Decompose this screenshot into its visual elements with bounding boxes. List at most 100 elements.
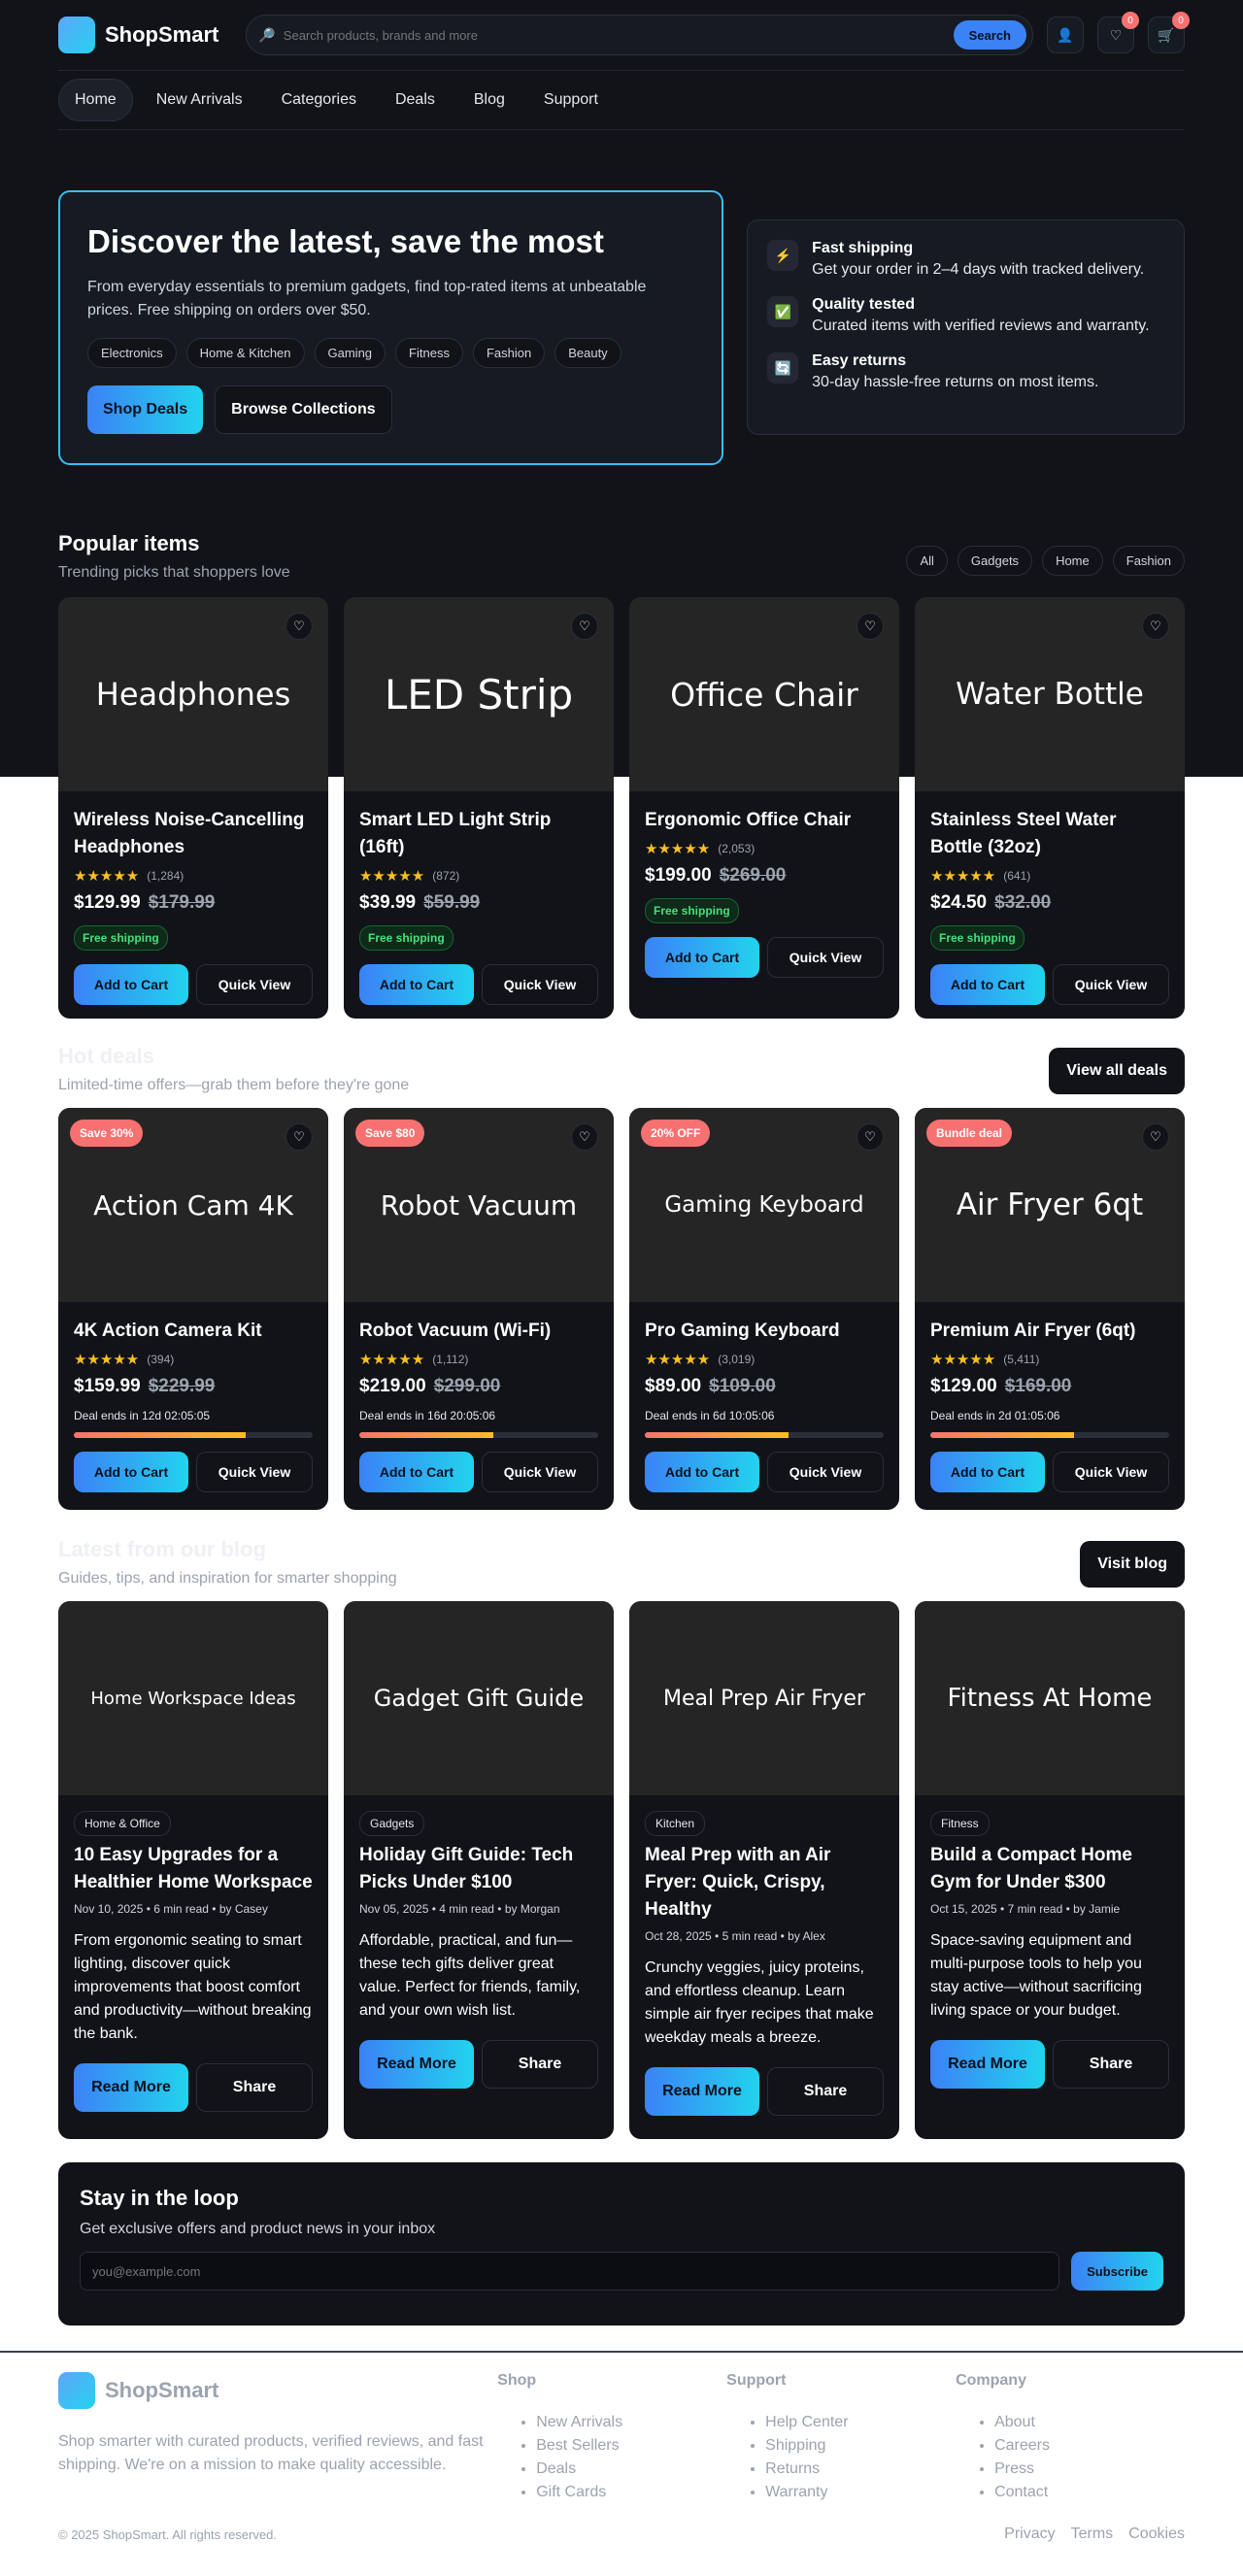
footer-link[interactable]: Press: [994, 2458, 1185, 2481]
blog-image[interactable]: Meal Prep Air Fryer: [629, 1601, 899, 1795]
shop-deals-button[interactable]: Shop Deals: [87, 385, 204, 434]
quick-view-button[interactable]: Quick View: [482, 1452, 598, 1492]
wishlist-heart-icon[interactable]: ♡: [571, 1123, 598, 1151]
product-image[interactable]: Water Bottle ♡: [915, 597, 1185, 791]
product-image[interactable]: Robot Vacuum Save $80 ♡: [344, 1108, 614, 1302]
blog-post-title[interactable]: Build a Compact Home Gym for Under $300: [930, 1842, 1169, 1896]
quick-view-button[interactable]: Quick View: [767, 937, 884, 978]
blog-image[interactable]: Home Workspace Ideas: [58, 1601, 328, 1795]
footer-link[interactable]: Shipping: [765, 2434, 956, 2458]
product-title[interactable]: 4K Action Camera Kit: [74, 1318, 313, 1345]
footer-link[interactable]: Gift Cards: [536, 2481, 726, 2504]
add-to-cart-button[interactable]: Add to Cart: [74, 1452, 188, 1492]
filter-all[interactable]: All: [906, 546, 948, 576]
read-more-button[interactable]: Read More: [359, 2040, 474, 2089]
wishlist-heart-icon[interactable]: ♡: [286, 613, 313, 640]
blog-post-title[interactable]: Meal Prep with an Air Fryer: Quick, Cris…: [645, 1842, 884, 1924]
chip-fitness[interactable]: Fitness: [395, 338, 463, 368]
quick-view-button[interactable]: Quick View: [1053, 964, 1169, 1005]
footer-link[interactable]: Best Sellers: [536, 2434, 726, 2458]
logo[interactable]: ShopSmart: [58, 17, 218, 53]
quick-view-button[interactable]: Quick View: [196, 1452, 313, 1492]
product-title[interactable]: Ergonomic Office Chair: [645, 807, 884, 834]
product-image[interactable]: Action Cam 4K Save 30% ♡: [58, 1108, 328, 1302]
product-title[interactable]: Pro Gaming Keyboard: [645, 1318, 884, 1345]
add-to-cart-button[interactable]: Add to Cart: [359, 1452, 474, 1492]
product-image[interactable]: Air Fryer 6qt Bundle deal ♡: [915, 1108, 1185, 1302]
chip-electronics[interactable]: Electronics: [87, 338, 177, 368]
read-more-button[interactable]: Read More: [930, 2040, 1045, 2089]
nav-support[interactable]: Support: [528, 80, 614, 120]
blog-category-tag[interactable]: Gadgets: [359, 1811, 425, 1836]
read-more-button[interactable]: Read More: [74, 2063, 188, 2112]
share-button[interactable]: Share: [482, 2040, 598, 2089]
wishlist-heart-icon[interactable]: ♡: [571, 613, 598, 640]
product-image[interactable]: Office Chair ♡: [629, 597, 899, 791]
product-image[interactable]: Gaming Keyboard 20% OFF ♡: [629, 1108, 899, 1302]
add-to-cart-button[interactable]: Add to Cart: [930, 1452, 1045, 1492]
wishlist-button[interactable]: ♡ 0: [1097, 12, 1139, 53]
quick-view-button[interactable]: Quick View: [1053, 1452, 1169, 1492]
nav-new-arrivals[interactable]: New Arrivals: [141, 80, 258, 120]
blog-image[interactable]: Fitness At Home: [915, 1601, 1185, 1795]
terms-link[interactable]: Terms: [1071, 2526, 1114, 2543]
blog-category-tag[interactable]: Fitness: [930, 1811, 990, 1836]
footer-logo[interactable]: ShopSmart: [58, 2372, 497, 2409]
filter-gadgets[interactable]: Gadgets: [957, 546, 1033, 576]
wishlist-heart-icon[interactable]: ♡: [1142, 1123, 1169, 1151]
wishlist-heart-icon[interactable]: ♡: [286, 1123, 313, 1151]
blog-image[interactable]: Gadget Gift Guide: [344, 1601, 614, 1795]
nav-home[interactable]: Home: [58, 79, 133, 121]
blog-post-title[interactable]: Holiday Gift Guide: Tech Picks Under $10…: [359, 1842, 598, 1896]
cookies-link[interactable]: Cookies: [1128, 2526, 1185, 2543]
wishlist-heart-icon[interactable]: ♡: [1142, 613, 1169, 640]
chip-beauty[interactable]: Beauty: [554, 338, 622, 368]
nav-blog[interactable]: Blog: [458, 80, 521, 120]
wishlist-heart-icon[interactable]: ♡: [857, 613, 884, 640]
search-input[interactable]: [283, 27, 954, 43]
chip-fashion[interactable]: Fashion: [472, 338, 546, 368]
blog-category-tag[interactable]: Home & Office: [74, 1811, 171, 1836]
quick-view-button[interactable]: Quick View: [196, 964, 313, 1005]
footer-link[interactable]: Contact: [994, 2481, 1185, 2504]
product-title[interactable]: Robot Vacuum (Wi-Fi): [359, 1318, 598, 1345]
product-title[interactable]: Stainless Steel Water Bottle (32oz): [930, 807, 1169, 861]
subscribe-button[interactable]: Subscribe: [1071, 2252, 1163, 2291]
newsletter-email-input[interactable]: [80, 2252, 1060, 2291]
filter-fashion[interactable]: Fashion: [1112, 546, 1185, 576]
privacy-link[interactable]: Privacy: [1004, 2526, 1055, 2543]
product-image[interactable]: LED Strip ♡: [344, 597, 614, 791]
blog-post-title[interactable]: 10 Easy Upgrades for a Healthier Home Wo…: [74, 1842, 313, 1896]
product-image[interactable]: Headphones ♡: [58, 597, 328, 791]
cart-button[interactable]: 🛒 0: [1148, 12, 1190, 53]
share-button[interactable]: Share: [767, 2067, 884, 2116]
add-to-cart-button[interactable]: Add to Cart: [930, 964, 1045, 1005]
filter-home[interactable]: Home: [1042, 546, 1103, 576]
product-title[interactable]: Smart LED Light Strip (16ft): [359, 807, 598, 861]
chip-home-kitchen[interactable]: Home & Kitchen: [185, 338, 305, 368]
footer-link[interactable]: Careers: [994, 2434, 1185, 2458]
chip-gaming[interactable]: Gaming: [314, 338, 386, 368]
add-to-cart-button[interactable]: Add to Cart: [645, 937, 759, 978]
footer-link[interactable]: Returns: [765, 2458, 956, 2481]
browse-collections-button[interactable]: Browse Collections: [215, 385, 392, 434]
wishlist-heart-icon[interactable]: ♡: [857, 1123, 884, 1151]
view-all-deals-button[interactable]: View all deals: [1049, 1048, 1185, 1094]
footer-link[interactable]: About: [994, 2411, 1185, 2434]
nav-categories[interactable]: Categories: [266, 80, 372, 120]
footer-link[interactable]: Warranty: [765, 2481, 956, 2504]
add-to-cart-button[interactable]: Add to Cart: [359, 964, 474, 1005]
account-button[interactable]: 👤: [1047, 17, 1084, 53]
search-button[interactable]: Search: [953, 20, 1026, 50]
blog-category-tag[interactable]: Kitchen: [645, 1811, 706, 1836]
footer-link[interactable]: New Arrivals: [536, 2411, 726, 2434]
footer-link[interactable]: Help Center: [765, 2411, 956, 2434]
add-to-cart-button[interactable]: Add to Cart: [645, 1452, 759, 1492]
share-button[interactable]: Share: [196, 2063, 313, 2112]
share-button[interactable]: Share: [1053, 2040, 1169, 2089]
product-title[interactable]: Wireless Noise-Cancelling Headphones: [74, 807, 313, 861]
nav-deals[interactable]: Deals: [380, 80, 451, 120]
add-to-cart-button[interactable]: Add to Cart: [74, 964, 188, 1005]
product-title[interactable]: Premium Air Fryer (6qt): [930, 1318, 1169, 1345]
footer-link[interactable]: Deals: [536, 2458, 726, 2481]
